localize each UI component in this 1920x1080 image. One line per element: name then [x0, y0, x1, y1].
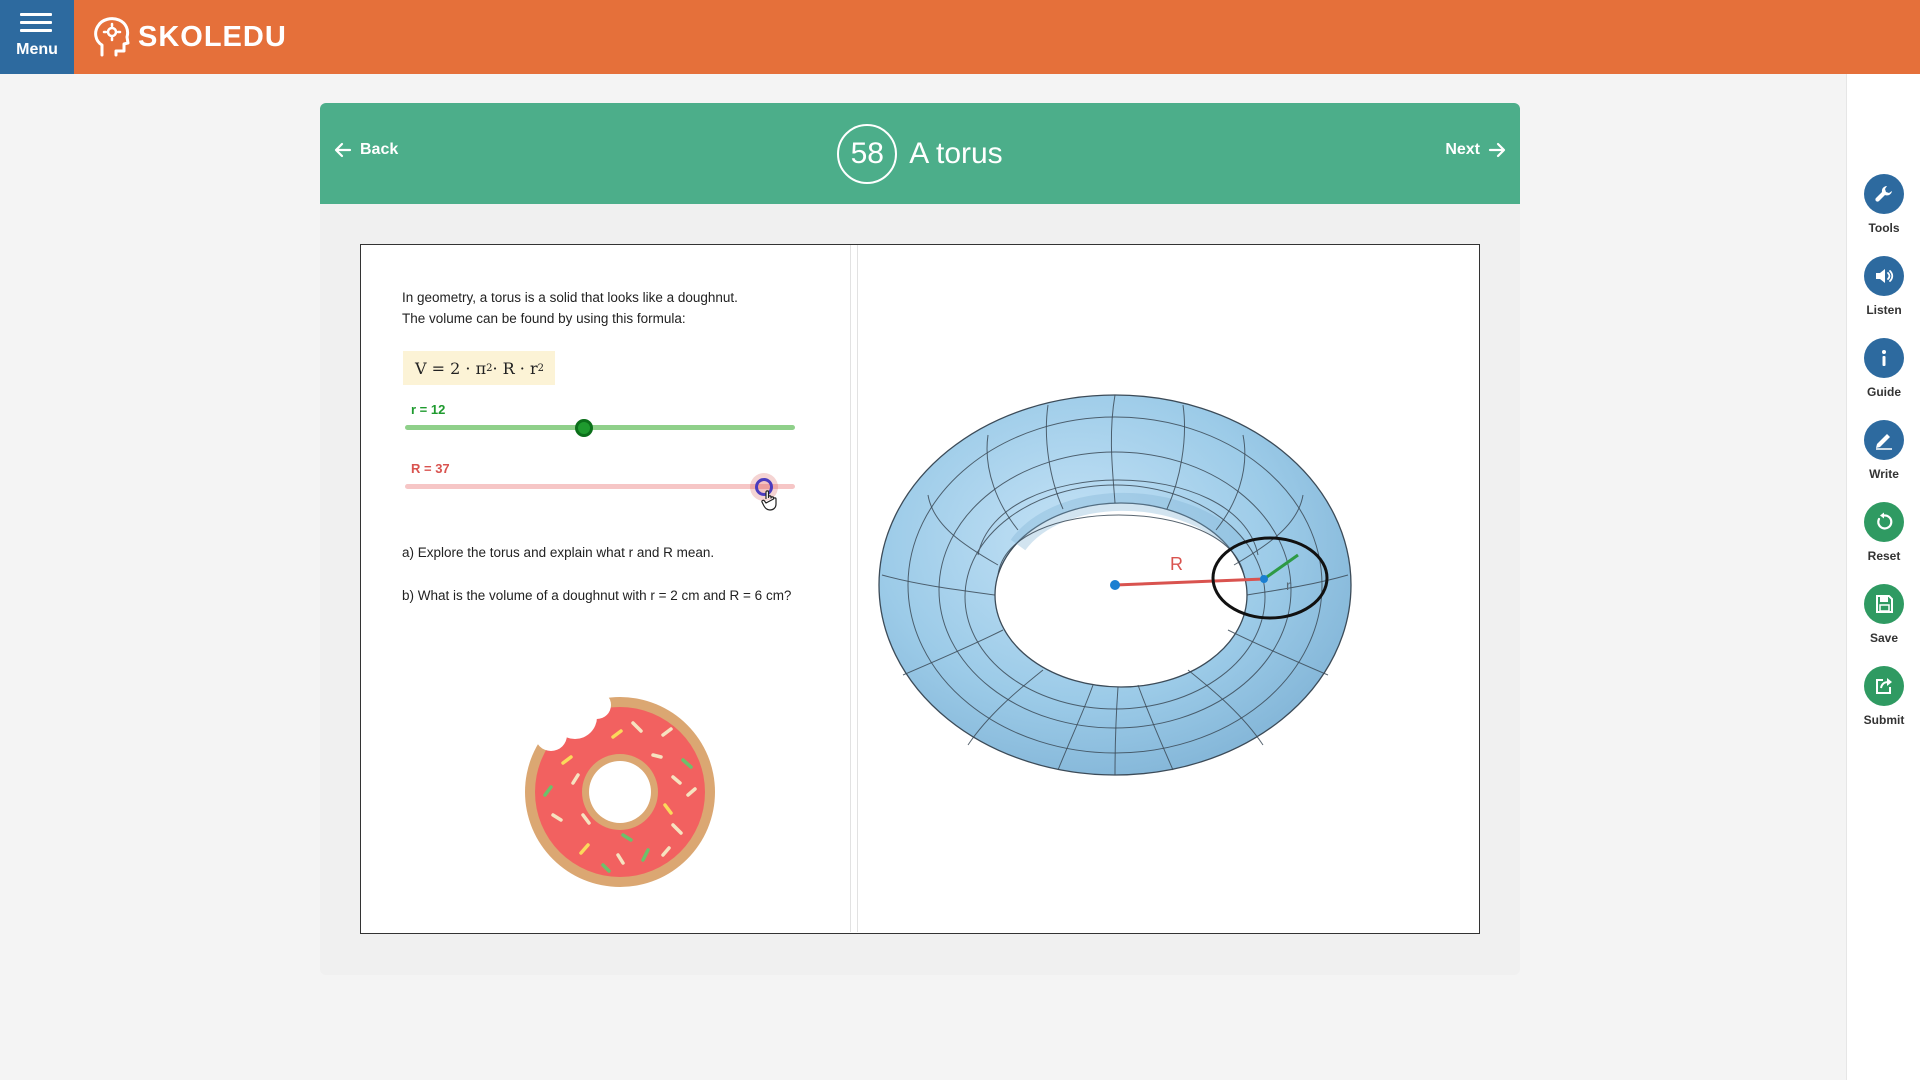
reset-icon: [1864, 502, 1904, 542]
lesson-number: 58: [837, 124, 898, 184]
logo-text: SKOLEDU: [138, 20, 287, 53]
graphic-pane: R r: [858, 245, 1478, 932]
menu-button[interactable]: Menu: [0, 0, 74, 74]
lesson-header: Back 58 A torus Next: [320, 103, 1520, 204]
guide-button[interactable]: Guide: [1847, 338, 1920, 399]
floppy-disk-icon: [1864, 584, 1904, 624]
guide-label: Guide: [1866, 385, 1901, 399]
save-label: Save: [1869, 631, 1899, 645]
top-bar: Menu SKOLEDU: [0, 0, 1920, 74]
next-button[interactable]: Next: [1445, 141, 1506, 159]
lesson-card: Back 58 A torus Next In geometry, a toru…: [320, 103, 1520, 975]
slider-R-label: R = 37: [411, 461, 450, 476]
submit-button[interactable]: Submit: [1847, 666, 1920, 727]
arrow-right-icon: [1488, 142, 1506, 158]
intro-line-1: In geometry, a torus is a solid that loo…: [402, 290, 738, 305]
doughnut-image: [525, 697, 715, 887]
intro-line-2: The volume can be found by using this fo…: [402, 311, 686, 326]
submit-label: Submit: [1863, 713, 1905, 727]
slider-R-track[interactable]: [405, 484, 795, 489]
lesson-title-group: 58 A torus: [320, 124, 1520, 184]
pencil-icon: [1864, 420, 1904, 460]
wrench-icon: [1864, 174, 1904, 214]
pane-divider[interactable]: [850, 245, 858, 932]
torus-3d-view[interactable]: R r: [858, 245, 1478, 932]
reset-button[interactable]: Reset: [1847, 502, 1920, 563]
write-label: Write: [1869, 467, 1899, 481]
volume-formula: V = 2 · π2 · R · r2: [403, 351, 555, 385]
menu-label: Menu: [16, 41, 58, 58]
right-toolbar: Tools Listen Guide Write Reset Save Subm…: [1846, 74, 1920, 1080]
save-button[interactable]: Save: [1847, 584, 1920, 645]
share-icon: [1864, 666, 1904, 706]
slider-r-label: r = 12: [411, 402, 446, 417]
slider-r-handle[interactable]: [575, 419, 594, 437]
hand-cursor-icon: [761, 490, 777, 511]
hamburger-icon: [20, 13, 52, 37]
formula-exp-r: 2: [537, 362, 544, 374]
info-icon: [1864, 338, 1904, 378]
torus-r-label: r: [1286, 577, 1291, 593]
activity-panel: In geometry, a torus is a solid that loo…: [360, 244, 1480, 934]
tools-button[interactable]: Tools: [1847, 174, 1920, 235]
question-b: b) What is the volume of a doughnut with…: [402, 588, 792, 603]
lesson-title: A torus: [909, 137, 1003, 170]
speaker-icon: [1864, 256, 1904, 296]
tools-label: Tools: [1868, 221, 1900, 235]
formula-part-v: V = 2 · π: [415, 358, 487, 378]
slider-r-track[interactable]: [405, 425, 795, 430]
head-logo-icon: [94, 17, 130, 57]
question-a: a) Explore the torus and explain what r …: [402, 545, 715, 560]
next-label: Next: [1445, 141, 1480, 158]
listen-label: Listen: [1866, 303, 1902, 317]
reset-label: Reset: [1867, 549, 1901, 563]
listen-button[interactable]: Listen: [1847, 256, 1920, 317]
text-pane: In geometry, a torus is a solid that loo…: [361, 245, 850, 932]
write-button[interactable]: Write: [1847, 420, 1920, 481]
intro-text: In geometry, a torus is a solid that loo…: [402, 287, 738, 329]
logo[interactable]: SKOLEDU: [92, 10, 287, 64]
formula-part-mid: · R · r: [492, 358, 538, 378]
torus-R-label: R: [1170, 554, 1183, 574]
